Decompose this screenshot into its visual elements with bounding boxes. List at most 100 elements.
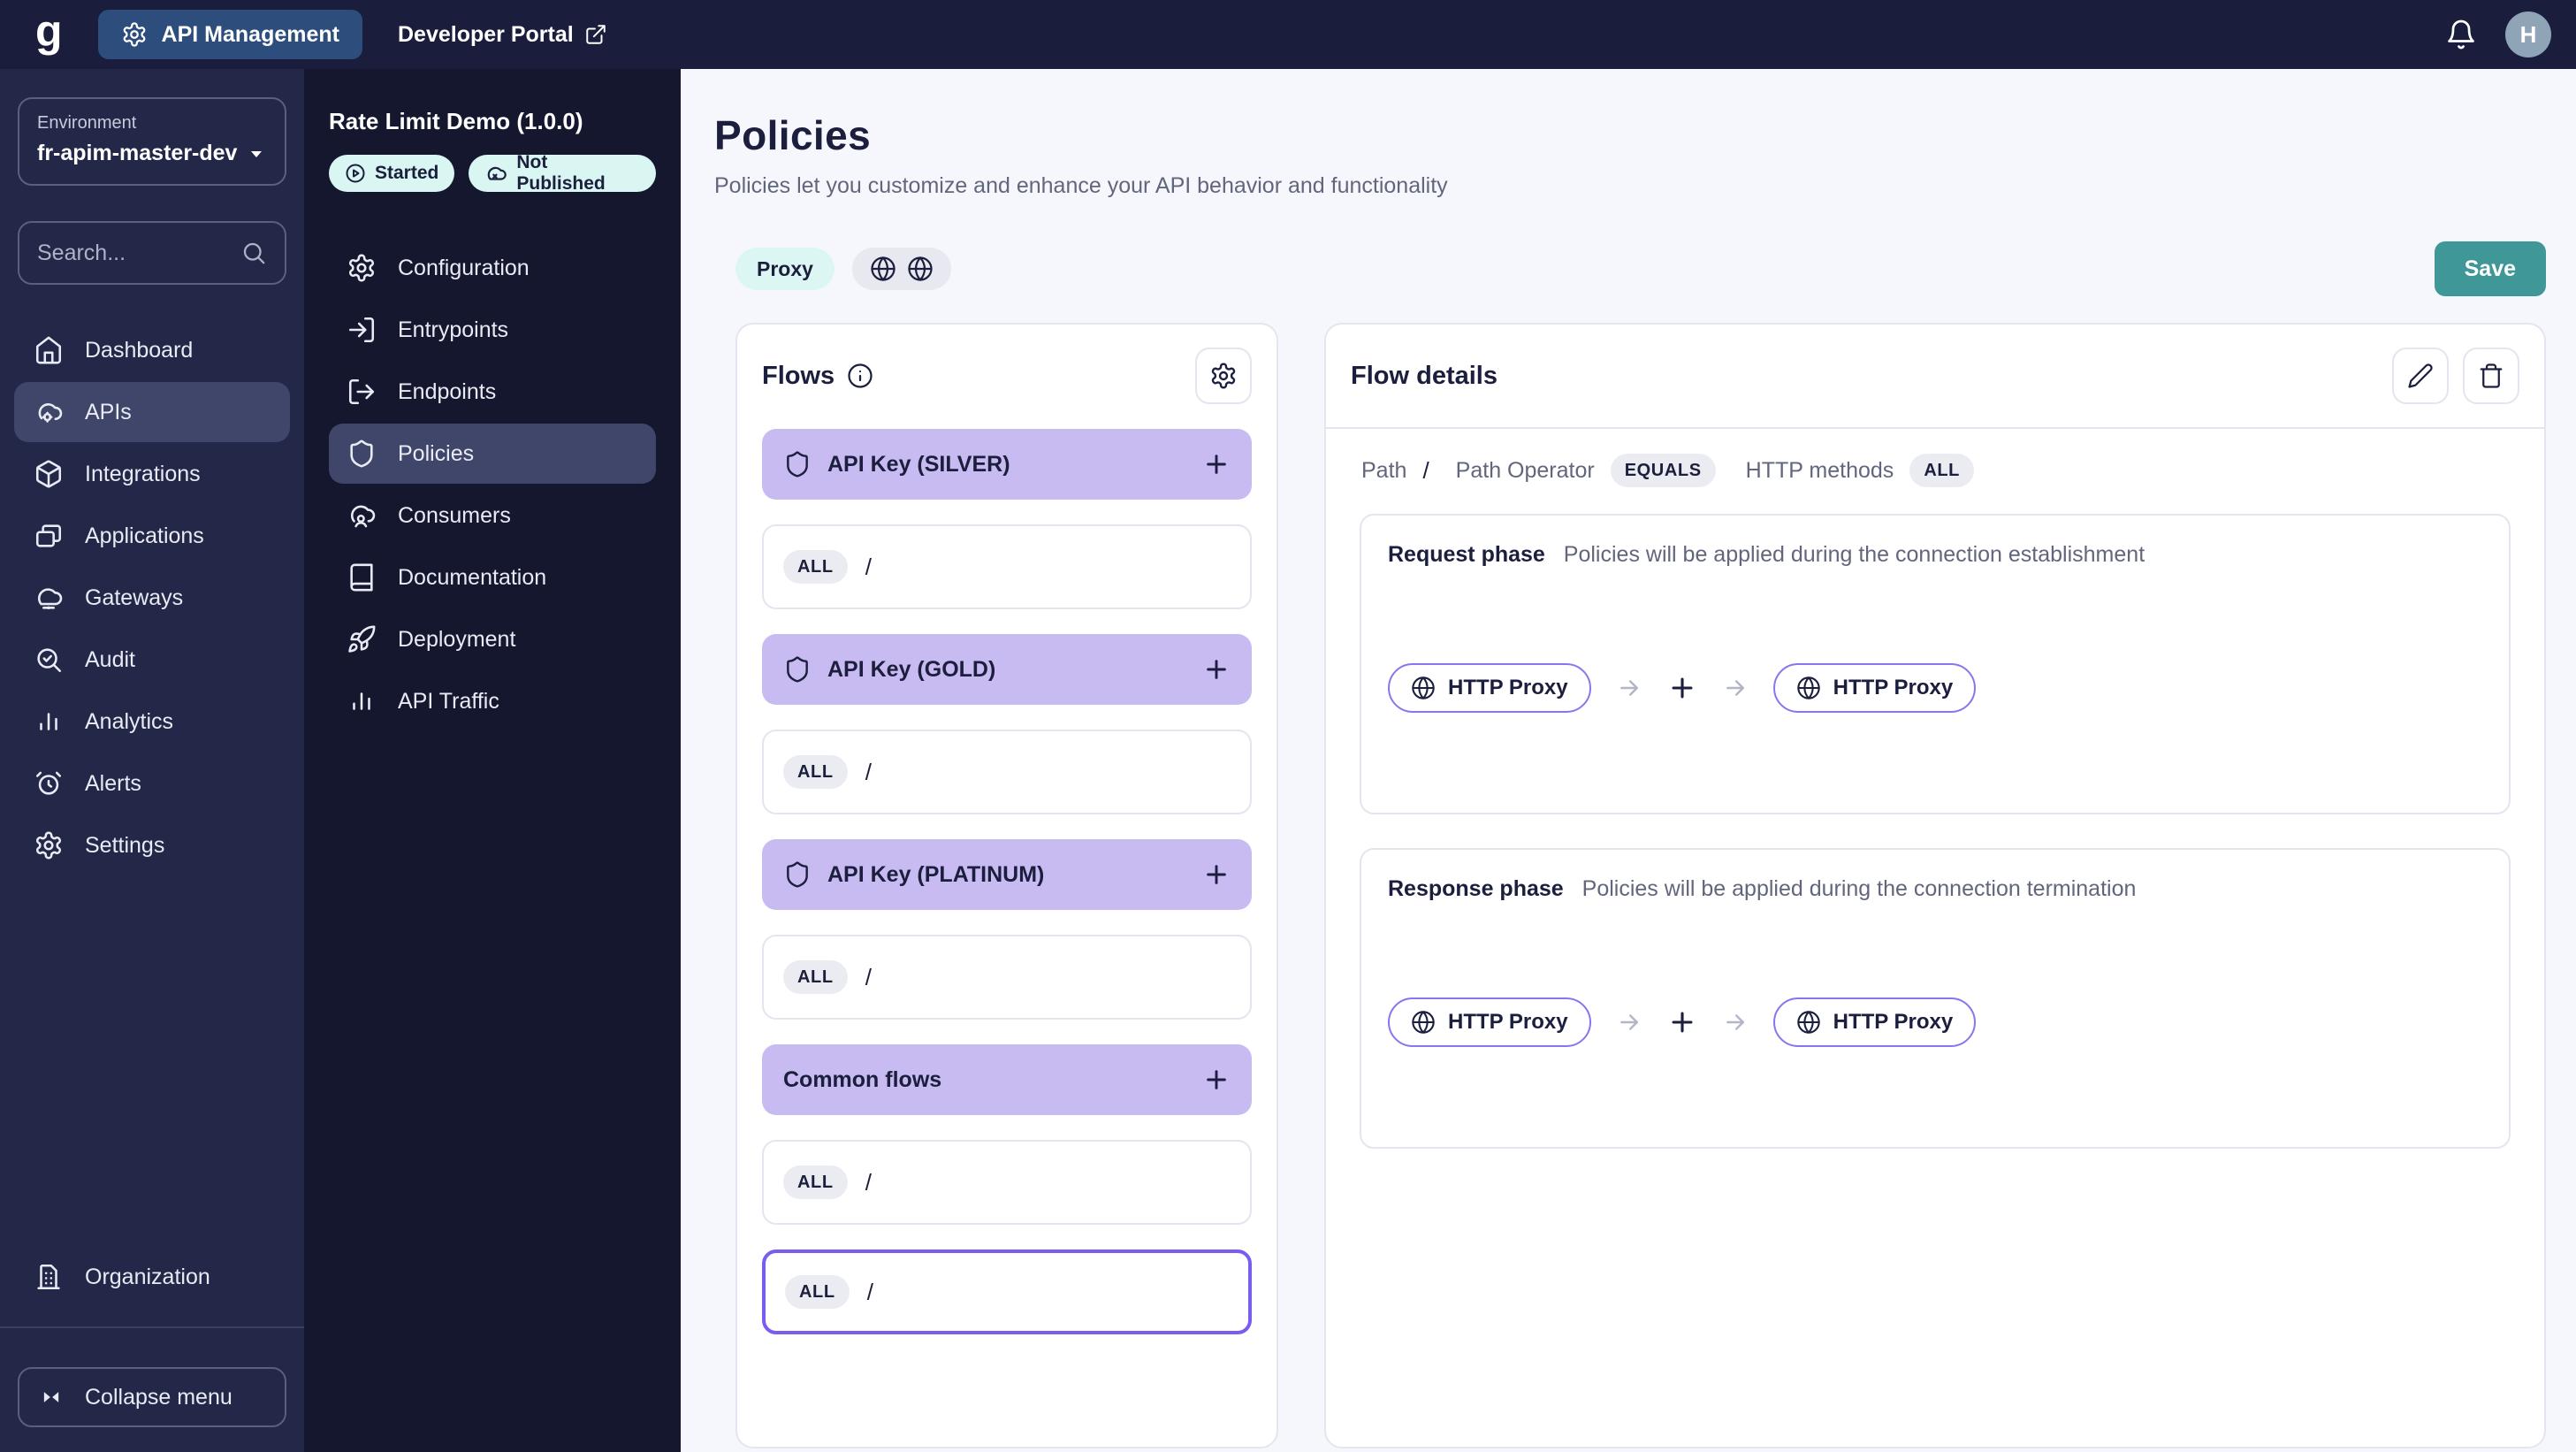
flows-panel: Flows API Key (SILVER) ALL / API Key (GO… [735, 323, 1278, 1448]
search-input[interactable] [37, 240, 240, 266]
entrypoints-badge [851, 248, 951, 290]
developer-portal-link[interactable]: Developer Portal [398, 22, 607, 48]
shield-icon [783, 450, 812, 478]
flow-row[interactable]: ALL / [762, 935, 1252, 1020]
flow-group-label: API Key (PLATINUM) [827, 861, 1045, 887]
api-nav-documentation[interactable]: Documentation [329, 547, 656, 608]
collapse-menu-button[interactable]: Collapse menu [18, 1367, 286, 1427]
sidebar-item-label: Integrations [85, 461, 201, 486]
flow-group-label: API Key (GOLD) [827, 656, 996, 682]
flow-meta-row: Path / Path Operator EQUALS HTTP methods… [1326, 429, 2544, 508]
sidebar-item-integrations[interactable]: Integrations [14, 444, 290, 504]
path-value: / [1422, 456, 1429, 484]
plus-icon [1202, 1066, 1231, 1094]
notifications-bell-icon[interactable] [2445, 19, 2477, 50]
globe-icon [1796, 676, 1821, 700]
sidebar-item-label: Analytics [85, 708, 174, 734]
sidebar-item-dashboard[interactable]: Dashboard [14, 320, 290, 380]
api-nav-label: Entrypoints [398, 317, 509, 342]
environment-select[interactable]: Environment fr-apim-master-dev [18, 97, 286, 186]
log-out-icon [347, 377, 377, 407]
search-icon [240, 240, 267, 266]
flow-path: / [866, 1278, 873, 1305]
arrow-right-icon [1722, 675, 1749, 701]
api-management-button[interactable]: API Management [97, 10, 362, 59]
save-button[interactable]: Save [2434, 241, 2546, 296]
proxy-badge: Proxy [735, 248, 835, 290]
globe-icon [1411, 676, 1436, 700]
add-policy-button[interactable] [1667, 673, 1697, 703]
sidebar-item-alerts[interactable]: Alerts [14, 753, 290, 814]
edit-flow-button[interactable] [2392, 348, 2449, 404]
cloud-node-icon [34, 583, 64, 613]
building-icon [34, 1262, 64, 1292]
add-flow-button[interactable] [1202, 655, 1231, 684]
policy-chip-http-proxy[interactable]: HTTP Proxy [1772, 663, 1977, 713]
flows-settings-button[interactable] [1195, 348, 1252, 404]
arrow-right-icon [1616, 675, 1642, 701]
sidebar-search [18, 221, 286, 285]
sidebar-item-settings[interactable]: Settings [14, 815, 290, 875]
delete-flow-button[interactable] [2463, 348, 2519, 404]
gear-icon [1209, 362, 1238, 390]
add-flow-button[interactable] [1202, 450, 1231, 478]
request-phase-title: Request phase [1388, 542, 1545, 567]
flow-group-label: Common flows [783, 1066, 942, 1092]
policy-chip-label: HTTP Proxy [1448, 1010, 1568, 1034]
method-badge: ALL [783, 755, 848, 789]
sidebar-item-organization[interactable]: Organization [14, 1247, 290, 1307]
api-nav-api-traffic[interactable]: API Traffic [329, 671, 656, 731]
api-nav-endpoints[interactable]: Endpoints [329, 362, 656, 422]
policy-chip-label: HTTP Proxy [1833, 1010, 1954, 1034]
page-title: Policies [714, 112, 872, 158]
flow-row[interactable]: ALL / [762, 730, 1252, 814]
policy-chip-http-proxy[interactable]: HTTP Proxy [1772, 997, 1977, 1047]
flow-group-api-key-silver[interactable]: API Key (SILVER) [762, 429, 1252, 500]
sidebar-item-audit[interactable]: Audit [14, 630, 290, 690]
api-sidebar: Rate Limit Demo (1.0.0) Started Not Publ… [304, 69, 681, 1452]
info-icon[interactable] [847, 363, 873, 389]
sidebar-item-applications[interactable]: Applications [14, 506, 290, 566]
policy-chip-http-proxy[interactable]: HTTP Proxy [1388, 663, 1591, 713]
flow-row[interactable]: ALL / [762, 1140, 1252, 1225]
shield-icon [783, 655, 812, 684]
api-nav-entrypoints[interactable]: Entrypoints [329, 300, 656, 360]
collapse-menu-label: Collapse menu [85, 1384, 232, 1410]
flow-details-panel: Flow details Path / Path Operator EQUALS… [1324, 323, 2546, 1448]
rocket-icon [347, 624, 377, 654]
top-navbar: g API Management Developer Portal H [0, 0, 2576, 69]
api-nav-label: Documentation [398, 564, 547, 590]
api-nav-label: Deployment [398, 626, 516, 652]
path-label: Path [1361, 457, 1407, 483]
api-nav-label: Policies [398, 440, 475, 466]
flow-group-common-flows[interactable]: Common flows [762, 1044, 1252, 1115]
shield-icon [783, 860, 812, 889]
add-flow-button[interactable] [1202, 860, 1231, 889]
cloud-off-icon [484, 162, 507, 185]
sidebar-item-apis[interactable]: APIs [14, 382, 290, 442]
flow-path: / [865, 553, 872, 580]
sidebar-divider [0, 1326, 304, 1328]
add-policy-button[interactable] [1667, 1007, 1697, 1037]
flow-row-selected[interactable]: ALL / [762, 1249, 1252, 1334]
add-flow-button[interactable] [1202, 1066, 1231, 1094]
http-methods-label: HTTP methods [1745, 457, 1894, 483]
sidebar-item-gateways[interactable]: Gateways [14, 568, 290, 628]
api-nav-label: Configuration [398, 255, 530, 280]
api-nav-consumers[interactable]: Consumers [329, 485, 656, 546]
log-in-icon [347, 315, 377, 345]
api-nav-deployment[interactable]: Deployment [329, 609, 656, 669]
method-badge: ALL [783, 550, 848, 584]
api-nav-configuration[interactable]: Configuration [329, 238, 656, 298]
api-nav-label: Consumers [398, 502, 511, 528]
flow-row[interactable]: ALL / [762, 524, 1252, 609]
api-nav-policies[interactable]: Policies [329, 424, 656, 484]
user-avatar[interactable]: H [2505, 11, 2551, 57]
flow-group-api-key-gold[interactable]: API Key (GOLD) [762, 634, 1252, 705]
globe-icon [870, 256, 896, 282]
flow-group-api-key-platinum[interactable]: API Key (PLATINUM) [762, 839, 1252, 910]
sidebar-item-analytics[interactable]: Analytics [14, 692, 290, 752]
policy-chip-http-proxy[interactable]: HTTP Proxy [1388, 997, 1591, 1047]
method-badge: ALL [783, 960, 848, 994]
http-methods-value: ALL [1909, 454, 1974, 487]
